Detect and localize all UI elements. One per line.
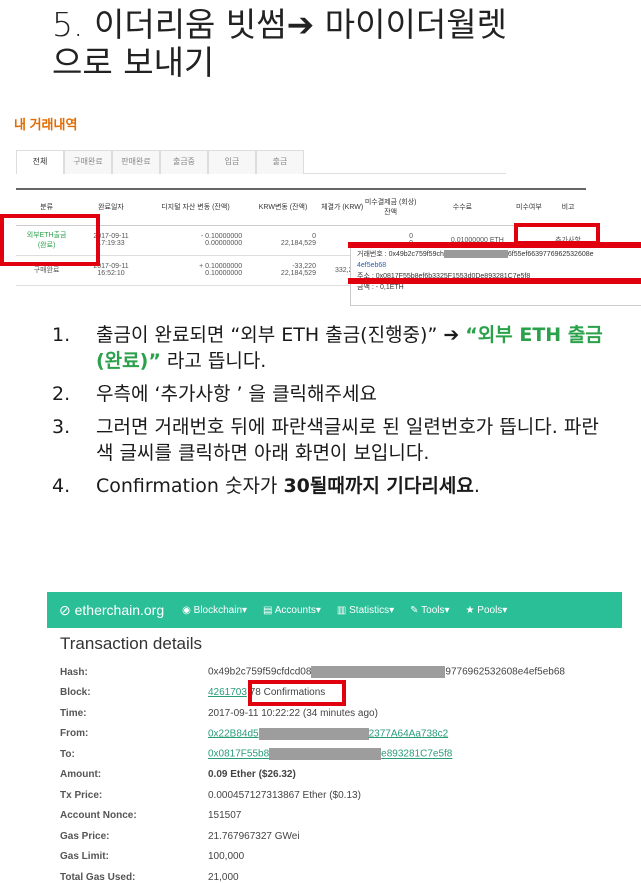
row-krw: -33,220 22,184,529: [246, 255, 320, 286]
col-unpaid: 미수결제금 (회상)잔액: [364, 188, 418, 226]
redaction-bar: [311, 666, 446, 679]
step-text: Confirmation 숫자가 30될때까지 기다리세요.: [96, 475, 480, 497]
tab-deposit[interactable]: 입금: [208, 150, 256, 174]
redaction-bar: [258, 727, 369, 740]
col-krw-change: KRW변동 (잔액): [246, 188, 320, 226]
menu-pools[interactable]: ★ Pools▾: [466, 605, 508, 616]
link-icon: ⊘: [59, 601, 71, 618]
bar-chart-icon: ▥: [336, 604, 347, 616]
page-title: Transaction details: [60, 634, 203, 653]
tab-withdrawal[interactable]: 출금: [256, 150, 304, 174]
tx-hash-link[interactable]: 4ef5eb68: [357, 260, 639, 271]
menu-statistics[interactable]: ▥ Statistics▾: [337, 605, 394, 616]
slide-title-line2: 으로 보내기: [52, 43, 215, 82]
tab-all[interactable]: 전체: [16, 150, 64, 174]
wrench-icon: ✎: [410, 604, 419, 616]
row-krw: 0 22,184,529: [246, 225, 320, 256]
col-asset-change: 디지털 자산 변동 (잔액): [144, 188, 247, 226]
to-address-link[interactable]: 0x0817F55b8: [208, 749, 269, 760]
step-text: 우측에 ‘추가사항 ’ 을 클릭해주세요: [96, 383, 377, 405]
redaction-bar: [269, 748, 382, 761]
history-tabs: 전체 구매완료 판매완료 출금중 입금 출금: [16, 150, 506, 174]
col-price: 체결가 (KRW): [319, 188, 365, 226]
list-icon: ▤: [263, 604, 273, 616]
history-header-row: 분류 완료일자 디지털 자산 변동 (잔액) KRW변동 (잔액) 체결가 (K…: [16, 188, 586, 226]
row-asset: - 0.10000000 0.00000000: [144, 225, 247, 256]
popup-tx-label: 거래번호 : 0x49b2c759f59ch: [357, 251, 444, 258]
list-item: 4. Confirmation 숫자가 30될때까지 기다리세요.: [52, 473, 612, 499]
detail-row-amount: Amount: 0.09 Ether ($26.32): [60, 769, 296, 781]
slide-title: 5. 이더리움 빗썸➔ 마이이더월렛 으로 보내기: [52, 6, 632, 82]
tab-withdrawing[interactable]: 출금중: [160, 150, 208, 174]
highlight-bar-bottom: [348, 278, 641, 284]
slide-title-line1: 5. 이더리움 빗썸➔ 마이이더월렛: [52, 5, 507, 44]
menu-blockchain[interactable]: ◉ Blockchain▾: [182, 605, 247, 616]
step-number: 3.: [52, 416, 71, 438]
brand-link[interactable]: ⊘ etherchain.org: [59, 602, 164, 619]
list-item: 2. 우측에 ‘추가사항 ’ 을 클릭해주세요: [52, 381, 612, 407]
col-status: 미수여부: [507, 188, 551, 226]
instruction-steps: 1. 출금이 완료되면 “외부 ETH 출금(진행중)” ➔ “외부 ETH 출…: [52, 322, 612, 506]
detail-row-gas-price: Gas Price: 21.767967327 GWei: [60, 830, 300, 842]
popup-tx-suffix: 6f55ef6639776962532608e: [507, 251, 594, 258]
list-item: 3. 그러면 거래번호 뒤에 파란색글씨로 된 일련번호가 뜹니다. 파란색 글…: [52, 414, 612, 466]
detail-row-gas-used: Total Gas Used: 21,000: [60, 871, 239, 883]
eye-icon: ◉: [182, 604, 191, 616]
step-number: 4.: [52, 475, 71, 497]
tab-sold[interactable]: 판매완료: [112, 150, 160, 174]
col-note: 비고: [550, 188, 586, 226]
step-number: 2.: [52, 383, 71, 405]
star-icon: ★: [465, 604, 475, 616]
highlight-bar-top: [348, 242, 641, 248]
detail-row-gas-limit: Gas Limit: 100,000: [60, 851, 245, 863]
history-title: 내 거래내역: [14, 117, 78, 132]
step-number: 1.: [52, 324, 71, 346]
menu-accounts[interactable]: ▤ Accounts▾: [263, 605, 321, 616]
col-fee: 수수료: [417, 188, 508, 226]
redaction-bar: [443, 250, 508, 259]
highlight-box-confirmations: [248, 680, 346, 706]
detail-row-nonce: Account Nonce: 151507: [60, 810, 242, 822]
list-item: 1. 출금이 완료되면 “외부 ETH 출금(진행중)” ➔ “외부 ETH 출…: [52, 322, 612, 374]
highlight-box-type: [0, 214, 100, 266]
popup-tx-line: 거래번호 : 0x49b2c759f59ch 6f55ef663977696253…: [357, 249, 639, 260]
transaction-history-panel: 내 거래내역 전체 구매완료 판매완료 출금중 입금 출금 분류 완료일자 디지…: [0, 106, 641, 316]
detail-row-tx-price: Tx Price: 0.000457127313867 Ether ($0.13…: [60, 789, 361, 801]
row-asset: + 0.10000000 0.10000000: [144, 255, 247, 286]
detail-row-to: To: 0x0817F55b8 e893281C7e5f8: [60, 748, 453, 761]
step-text: 그러면 거래번호 뒤에 파란색글씨로 된 일련번호가 뜹니다. 파란색 글씨를 …: [96, 416, 599, 464]
block-link[interactable]: 4261703: [208, 687, 247, 698]
detail-row-time: Time: 2017-09-11 10:22:22 (34 minutes ag…: [60, 707, 378, 719]
detail-row-from: From: 0x22B84d5 2377A64Aa738c2: [60, 727, 449, 740]
etherchain-navbar: ⊘ etherchain.org ◉ Blockchain▾ ▤ Account…: [47, 592, 622, 628]
tab-purchased[interactable]: 구매완료: [64, 150, 112, 174]
tx-detail-popup: 거래번호 : 0x49b2c759f59ch 6f55ef663977696253…: [350, 244, 641, 306]
step-text: 출금이 완료되면 “외부 ETH 출금(진행중)” ➔ “외부 ETH 출금(완…: [96, 324, 603, 372]
from-address-link[interactable]: 0x22B84d5: [208, 728, 259, 739]
menu-tools[interactable]: ✎ Tools▾: [410, 605, 449, 616]
